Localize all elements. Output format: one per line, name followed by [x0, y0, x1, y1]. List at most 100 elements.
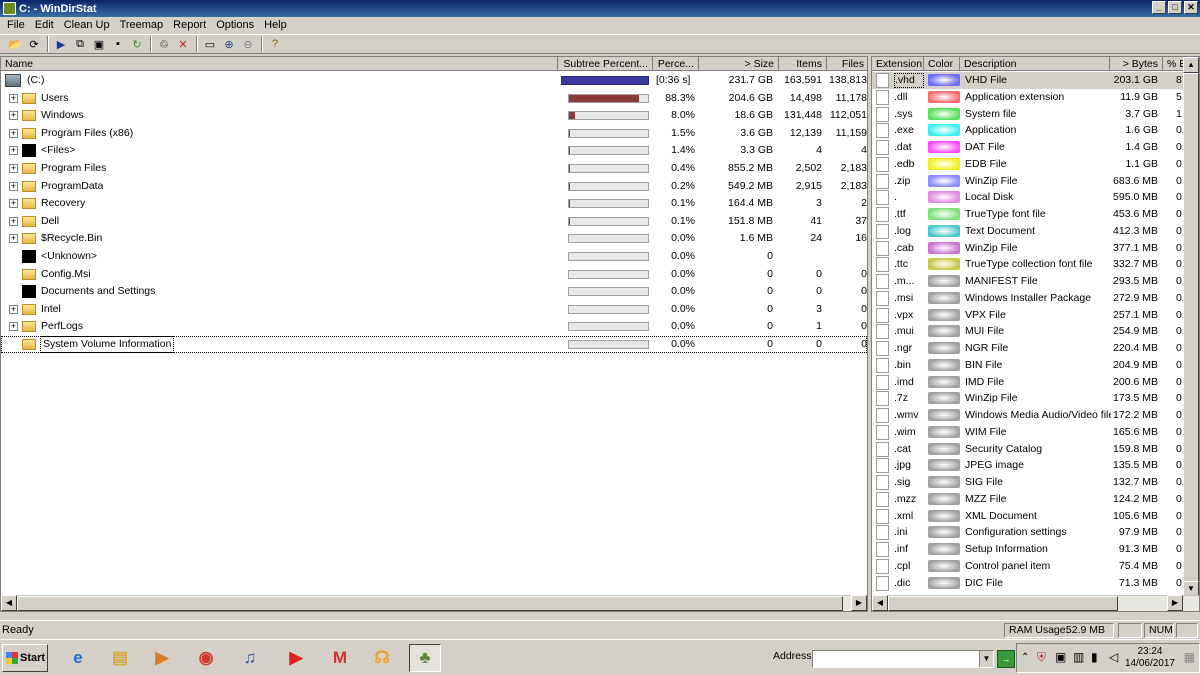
- extension-row[interactable]: .bin BIN File 204.9 MB 0.: [872, 357, 1199, 374]
- menu-treemap[interactable]: Treemap: [115, 19, 169, 31]
- expand-icon[interactable]: +: [9, 111, 18, 121]
- expand-icon[interactable]: +: [9, 164, 18, 173]
- minimize-button[interactable]: _: [1152, 1, 1166, 14]
- vertical-scroll-thumb[interactable]: [1183, 73, 1199, 583]
- expand-icon[interactable]: +: [9, 304, 18, 314]
- tree-row[interactable]: + Dell 0.1% 151.8 MB 41 37: [1, 213, 867, 230]
- ext-column-header-b[interactable]: % B: [1163, 57, 1185, 71]
- horizontal-scrollbar[interactable]: ◀ ▶: [1, 595, 867, 611]
- scroll-left-icon[interactable]: ◀: [1, 595, 17, 611]
- column-header--size[interactable]: > Size: [699, 57, 779, 71]
- extension-row[interactable]: .dic DIC File 71.3 MB 0.: [872, 575, 1199, 592]
- extension-row[interactable]: .ngr NGR File 220.4 MB 0.: [872, 340, 1199, 357]
- menu-file[interactable]: File: [2, 19, 30, 31]
- play-icon[interactable]: ▶: [52, 36, 70, 52]
- extension-row[interactable]: .mui MUI File 254.9 MB 0.: [872, 323, 1199, 340]
- scroll-up-icon[interactable]: ▲: [1183, 57, 1199, 73]
- ext-column-header-color[interactable]: Color: [924, 57, 960, 71]
- scroll-right-icon[interactable]: ▶: [851, 595, 867, 611]
- delete-icon[interactable]: ✕: [174, 36, 192, 52]
- tray-expand-icon[interactable]: ⌃: [1021, 652, 1029, 663]
- column-header-subtree-percent[interactable]: Subtree Percent...: [558, 57, 653, 71]
- expand-icon[interactable]: +: [9, 93, 18, 103]
- menu-edit[interactable]: Edit: [30, 19, 59, 31]
- column-header-name[interactable]: Name: [1, 57, 558, 71]
- scroll-left-icon[interactable]: ◀: [872, 595, 888, 611]
- media-player-icon[interactable]: ▶: [146, 644, 178, 672]
- extension-row[interactable]: .cpl Control panel item 75.4 MB 0.: [872, 558, 1199, 575]
- expand-icon[interactable]: +: [9, 128, 18, 138]
- extension-row[interactable]: .7z WinZip File 173.5 MB 0.: [872, 390, 1199, 407]
- extension-row[interactable]: .cat Security Catalog 159.8 MB 0.: [872, 441, 1199, 458]
- extension-row[interactable]: .exe Application 1.6 GB 0.: [872, 122, 1199, 139]
- extension-row[interactable]: .sys System file 3.7 GB 1.: [872, 106, 1199, 123]
- extension-row[interactable]: .sig SIG File 132.7 MB 0.: [872, 474, 1199, 491]
- power-tray-icon[interactable]: ▥: [1073, 650, 1084, 664]
- device-tray-icon[interactable]: ▣: [1055, 650, 1066, 664]
- close-button[interactable]: ✕: [1184, 1, 1198, 14]
- extension-row[interactable]: .vhdVHD File203.1 GB87.: [872, 72, 1199, 89]
- copy-icon[interactable]: ⧉: [71, 36, 89, 52]
- tree-row[interactable]: <Unknown> 0.0% 0: [1, 248, 867, 265]
- tree-row[interactable]: + Recovery 0.1% 164.4 MB 3 2: [1, 195, 867, 212]
- menu-options[interactable]: Options: [211, 19, 259, 31]
- expand-icon[interactable]: +: [9, 234, 18, 244]
- column-header-items[interactable]: Items: [779, 57, 827, 71]
- extension-row[interactable]: .edb EDB File 1.1 GB 0.: [872, 156, 1199, 173]
- expand-icon[interactable]: +: [9, 181, 18, 191]
- gmail-icon[interactable]: M: [324, 644, 356, 672]
- extension-row[interactable]: . Local Disk 595.0 MB 0.: [872, 189, 1199, 206]
- volume-tray-icon[interactable]: ◁: [1109, 650, 1118, 664]
- notification-icon[interactable]: ▦: [1184, 650, 1195, 664]
- start-button[interactable]: Start: [2, 644, 48, 672]
- windirstat-tree-icon[interactable]: ♣: [409, 644, 441, 672]
- extension-row[interactable]: .msi Windows Installer Package 272.9 MB 0.: [872, 290, 1199, 307]
- tree-row[interactable]: System Volume Information 0.0% 0 0 0: [1, 336, 867, 353]
- expand-icon[interactable]: +: [9, 199, 18, 209]
- scroll-thumb[interactable]: [888, 596, 1118, 611]
- tree-row[interactable]: + ProgramData 0.2% 549.2 MB 2,915 2,183: [1, 178, 867, 195]
- recycle-icon[interactable]: ♲: [155, 36, 173, 52]
- extension-row[interactable]: .inf Setup Information 91.3 MB 0.: [872, 541, 1199, 558]
- console-icon[interactable]: ▪: [109, 36, 127, 52]
- vertical-scrollbar[interactable]: ▲ ▼: [1183, 57, 1199, 597]
- extension-row[interactable]: .wim WIM File 165.6 MB 0.: [872, 424, 1199, 441]
- extension-row[interactable]: .ttc TrueType collection font file 332.7 M…: [872, 256, 1199, 273]
- youtube-icon[interactable]: ▶: [280, 644, 312, 672]
- extension-row[interactable]: .cab WinZip File 377.1 MB 0.: [872, 240, 1199, 257]
- tree-row[interactable]: + Program Files (x86) 1.5% 3.6 GB 12,139 11,1…: [1, 125, 867, 142]
- chrome-icon[interactable]: ◉: [190, 644, 222, 672]
- tree-row[interactable]: + <Files> 1.4% 3.3 GB 4 4: [1, 142, 867, 159]
- extension-row[interactable]: .imd IMD File 200.6 MB 0.: [872, 374, 1199, 391]
- network-tray-icon[interactable]: ▮: [1091, 650, 1098, 664]
- extension-row[interactable]: .m... MANIFEST File 293.5 MB 0.: [872, 273, 1199, 290]
- scroll-thumb[interactable]: [17, 596, 843, 611]
- clock[interactable]: 23:24 14/06/2017: [1125, 646, 1175, 670]
- tree-row[interactable]: Config.Msi 0.0% 0 0 0: [1, 266, 867, 283]
- new-folder-icon[interactable]: ▭: [201, 36, 219, 52]
- zoom-in-icon[interactable]: ⊕: [220, 36, 238, 52]
- refresh-icon[interactable]: ⟳: [25, 36, 43, 52]
- extension-row[interactable]: .vpx VPX File 257.1 MB 0.: [872, 307, 1199, 324]
- column-header-files[interactable]: Files: [827, 57, 867, 71]
- ext-column-header-extension[interactable]: Extension: [872, 57, 924, 71]
- extension-row[interactable]: .ttf TrueType font file 453.6 MB 0.: [872, 206, 1199, 223]
- extension-row[interactable]: .zip WinZip File 683.6 MB 0.: [872, 173, 1199, 190]
- itunes-icon[interactable]: ♫: [234, 644, 266, 672]
- tree-row[interactable]: + Intel 0.0% 0 3 0: [1, 301, 867, 318]
- extension-row[interactable]: .dat DAT File 1.4 GB 0.: [872, 139, 1199, 156]
- help-icon[interactable]: ?: [266, 36, 284, 52]
- ext-column-header-description[interactable]: Description: [960, 57, 1110, 71]
- extension-row[interactable]: .jpg JPEG image 135.5 MB 0.: [872, 457, 1199, 474]
- maximize-button[interactable]: □: [1168, 1, 1182, 14]
- refresh-green-icon[interactable]: ↻: [128, 36, 146, 52]
- go-button[interactable]: →: [997, 650, 1015, 668]
- menu-report[interactable]: Report: [168, 19, 211, 31]
- address-dropdown-icon[interactable]: ▼: [979, 651, 993, 667]
- extension-row[interactable]: .log Text Document 412.3 MB 0.: [872, 223, 1199, 240]
- explorer-icon[interactable]: ▣: [90, 36, 108, 52]
- open-folder-icon[interactable]: 📂: [6, 36, 24, 52]
- tree-row[interactable]: (C:) [0:36 s] 231.7 GB 163,591 138,813: [1, 72, 867, 89]
- tree-row[interactable]: + Program Files 0.4% 855.2 MB 2,502 2,183: [1, 160, 867, 177]
- headphones-icon[interactable]: ☊: [366, 644, 398, 672]
